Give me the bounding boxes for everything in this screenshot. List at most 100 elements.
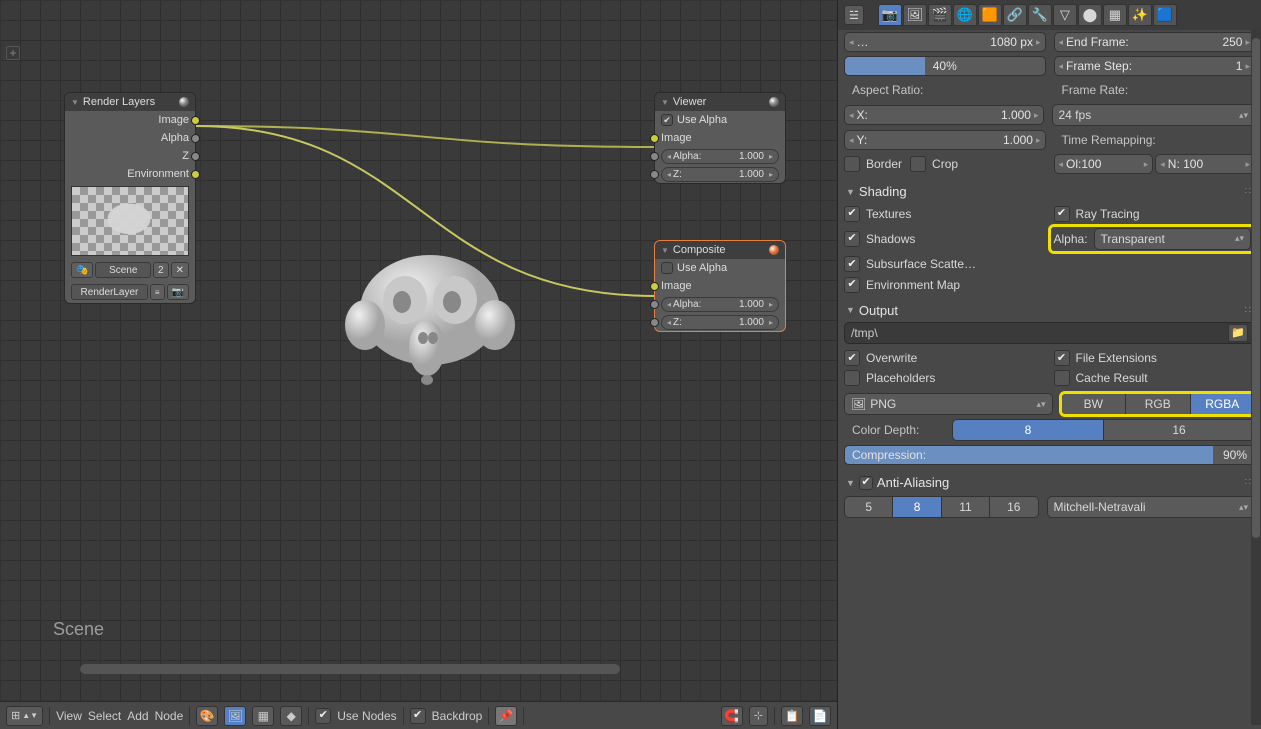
input-socket-image[interactable]: Image	[655, 129, 785, 147]
collapse-icon[interactable]: ▼	[661, 246, 669, 255]
aa-8[interactable]: 8	[893, 496, 941, 518]
editor-type-dropdown[interactable]: ⊞ ▲▼	[6, 706, 43, 726]
paste-nodes-icon[interactable]: 📄	[809, 706, 831, 726]
textures-checkbox[interactable]: Textures	[844, 206, 911, 222]
file-format-dropdown[interactable]: 🖼PNG▴▾	[844, 393, 1053, 415]
envmap-checkbox[interactable]: Environment Map	[844, 277, 960, 293]
object-tab-icon[interactable]: 🟧	[978, 4, 1002, 26]
sss-checkbox[interactable]: Subsurface Scatte…	[844, 256, 976, 272]
pin-icon[interactable]: 📌	[495, 706, 517, 726]
raytracing-checkbox[interactable]: Ray Tracing	[1054, 206, 1140, 222]
crop-checkbox[interactable]: Crop	[910, 156, 958, 172]
node-header[interactable]: ▼ Composite	[655, 241, 785, 259]
output-socket-alpha[interactable]: Alpha	[65, 129, 195, 147]
node-preview-dot[interactable]	[179, 97, 189, 107]
overwrite-checkbox[interactable]: Overwrite	[844, 350, 917, 366]
color-mode-rgba[interactable]: RGBA	[1191, 393, 1256, 415]
depth-16[interactable]: 16	[1104, 419, 1255, 441]
snap-mode-dropdown[interactable]: ⊹	[749, 706, 768, 726]
compression-slider[interactable]: Compression:90%	[844, 445, 1255, 465]
aa-16[interactable]: 16	[990, 496, 1038, 518]
cache-result-checkbox[interactable]: Cache Result	[1054, 370, 1148, 386]
physics-tab-icon[interactable]: 🟦	[1153, 4, 1177, 26]
tree-type-custom-icon[interactable]: ◆	[280, 706, 302, 726]
placeholders-checkbox[interactable]: Placeholders	[844, 370, 935, 386]
aa-5[interactable]: 5	[844, 496, 893, 518]
tree-type-compositor-icon[interactable]: 🖼	[224, 706, 246, 726]
render-layers-tab-icon[interactable]: 🖼	[903, 4, 927, 26]
aspect-x[interactable]: ◂X:1.000▸	[844, 105, 1044, 125]
collapse-icon[interactable]: ▼	[661, 98, 669, 107]
menu-select[interactable]: Select	[88, 709, 121, 723]
alpha-mode-dropdown[interactable]: Transparent▴▾	[1094, 228, 1251, 250]
node-header[interactable]: ▼ Render Layers	[65, 93, 195, 111]
border-checkbox[interactable]: Border	[844, 156, 902, 172]
material-tab-icon[interactable]: ⬤	[1078, 4, 1102, 26]
output-socket-z[interactable]: Z	[65, 147, 195, 165]
viewer-node[interactable]: ▼ Viewer ✔Use Alpha Image ◂Alpha:1.000▸ …	[654, 92, 786, 184]
output-socket-image[interactable]: Image	[65, 111, 195, 129]
modifiers-tab-icon[interactable]: 🔧	[1028, 4, 1052, 26]
layer-updown-icon[interactable]: ≡	[150, 284, 165, 300]
menu-node[interactable]: Node	[155, 709, 184, 723]
scene-tab-icon[interactable]: 🎬	[928, 4, 952, 26]
scene-browse-icon[interactable]: 🎭	[71, 262, 93, 278]
folder-browse-icon[interactable]: 📁	[1228, 324, 1248, 342]
expand-panel-handle[interactable]: +	[6, 46, 20, 60]
render-layer-icon[interactable]: 📷	[167, 284, 189, 300]
editor-type-dropdown[interactable]: ☱	[844, 5, 864, 25]
aa-enable-checkbox[interactable]	[859, 476, 873, 490]
render-layers-node[interactable]: ▼ Render Layers Image Alpha Z Environmen…	[64, 92, 196, 304]
shading-panel-header[interactable]: ▼Shading∷	[844, 180, 1255, 203]
copy-nodes-icon[interactable]: 📋	[781, 706, 803, 726]
input-socket-z[interactable]: ◂Z:1.000▸	[655, 313, 785, 331]
aspect-y[interactable]: ◂Y:1.000▸	[844, 130, 1046, 150]
fps-dropdown[interactable]: 24 fps▴▾	[1052, 104, 1256, 126]
file-ext-checkbox[interactable]: File Extensions	[1054, 350, 1157, 366]
scene-clear-icon[interactable]: ✕	[171, 262, 189, 278]
output-panel-header[interactable]: ▼Output∷	[844, 299, 1255, 322]
tree-type-texture-icon[interactable]: ▦	[252, 706, 274, 726]
input-socket-image[interactable]: Image	[655, 277, 785, 295]
aa-11[interactable]: 11	[942, 496, 990, 518]
node-editor[interactable]: + ▼ Render Layers Image Alpha Z Environm…	[0, 0, 837, 729]
particles-tab-icon[interactable]: ✨	[1128, 4, 1152, 26]
use-alpha-toggle[interactable]: ✔Use Alpha	[655, 111, 785, 129]
time-new[interactable]: ◂N: 100▸	[1155, 154, 1255, 174]
composite-node[interactable]: ▼ Composite Use Alpha Image ◂Alpha:1.000…	[654, 240, 786, 332]
shadows-checkbox[interactable]: Shadows	[844, 231, 915, 247]
color-mode-bw[interactable]: BW	[1061, 393, 1127, 415]
input-socket-alpha[interactable]: ◂Alpha:1.000▸	[655, 147, 785, 165]
constraints-tab-icon[interactable]: 🔗	[1003, 4, 1027, 26]
use-nodes-checkbox[interactable]: Use Nodes	[315, 708, 396, 724]
depth-8[interactable]: 8	[952, 419, 1104, 441]
end-frame[interactable]: ◂End Frame:250▸	[1054, 32, 1256, 52]
collapse-icon[interactable]: ▼	[71, 98, 79, 107]
node-header[interactable]: ▼ Viewer	[655, 93, 785, 111]
menu-add[interactable]: Add	[127, 709, 148, 723]
menu-view[interactable]: View	[56, 709, 82, 723]
node-preview-dot[interactable]	[769, 97, 779, 107]
render-tab-icon[interactable]: 📷	[878, 4, 902, 26]
vertical-scrollbar[interactable]	[1251, 28, 1261, 725]
resolution-x[interactable]: ◂…1080 px▸	[844, 32, 1046, 52]
properties-panel[interactable]: ☱ 📷 🖼 🎬 🌐 🟧 🔗 🔧 ▽ ⬤ ▦ ✨ 🟦 ◂…1080 px▸ ◂En…	[837, 0, 1261, 729]
time-old[interactable]: ◂Ol:100▸	[1054, 154, 1154, 174]
world-tab-icon[interactable]: 🌐	[953, 4, 977, 26]
tree-type-shader-icon[interactable]: 🎨	[196, 706, 218, 726]
texture-tab-icon[interactable]: ▦	[1103, 4, 1127, 26]
frame-step[interactable]: ◂Frame Step:1▸	[1054, 56, 1256, 76]
horizontal-scrollbar[interactable]	[80, 664, 620, 674]
aa-panel-header[interactable]: ▼Anti-Aliasing∷	[844, 471, 1255, 494]
aa-filter-dropdown[interactable]: Mitchell-Netravali▴▾	[1047, 496, 1256, 518]
output-path-input[interactable]: /tmp\ 📁	[844, 322, 1255, 344]
scene-users[interactable]: 2	[153, 262, 169, 278]
color-mode-rgb[interactable]: RGB	[1126, 393, 1191, 415]
data-tab-icon[interactable]: ▽	[1053, 4, 1077, 26]
use-alpha-toggle[interactable]: Use Alpha	[655, 259, 785, 277]
resolution-percentage[interactable]: 40%	[844, 56, 1046, 76]
snap-icon[interactable]: 🧲	[721, 706, 743, 726]
input-socket-z[interactable]: ◂Z:1.000▸	[655, 165, 785, 183]
scene-field[interactable]: Scene	[95, 262, 151, 278]
node-preview-dot[interactable]	[769, 245, 779, 255]
